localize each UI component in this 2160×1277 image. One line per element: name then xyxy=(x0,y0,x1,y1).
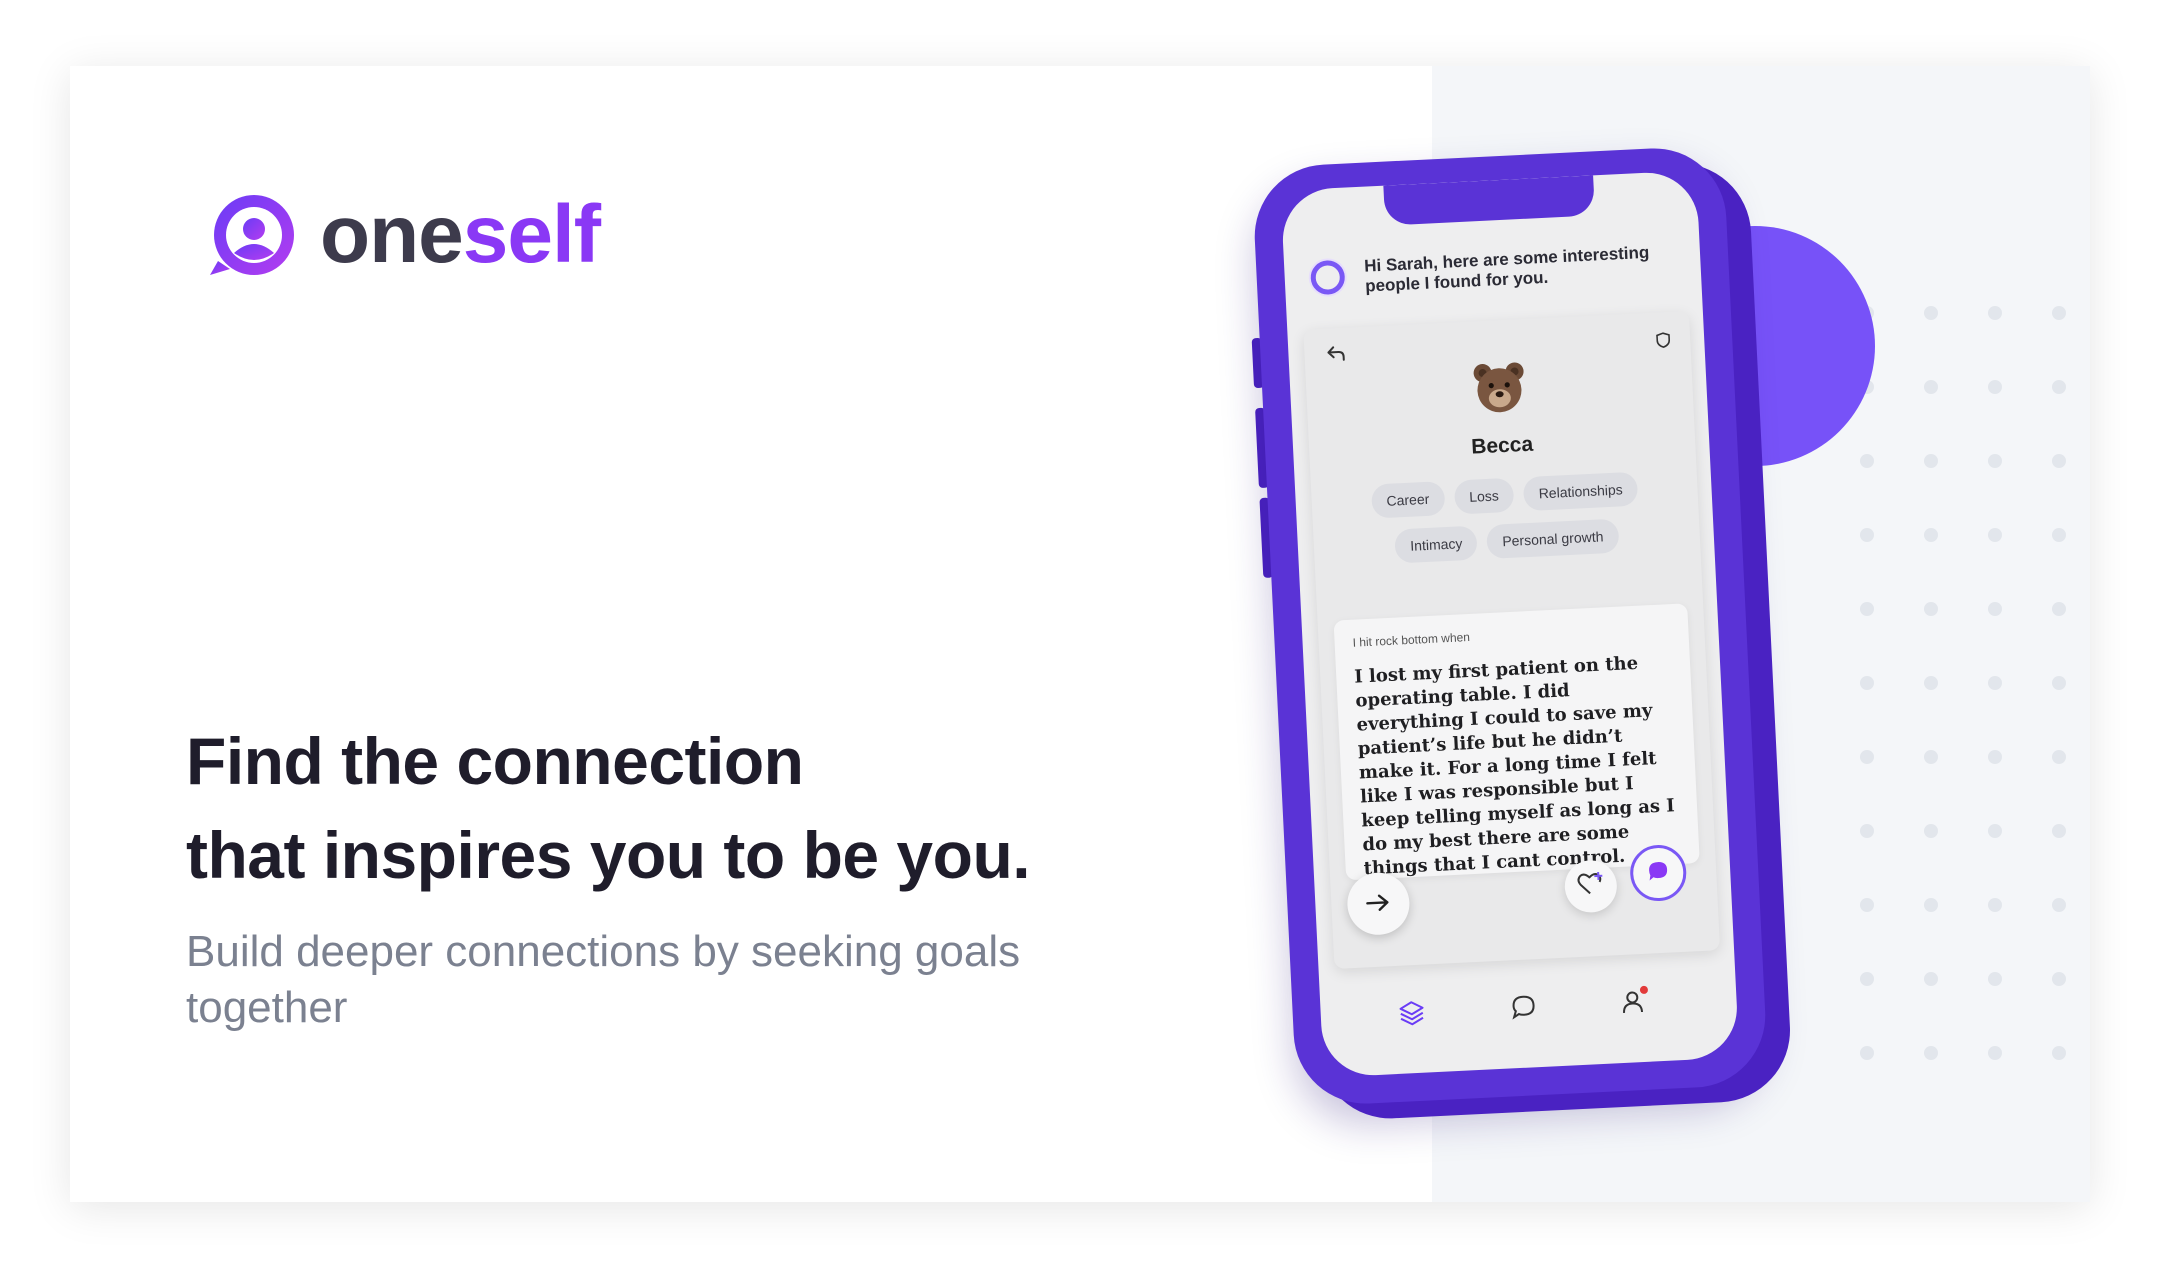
grid-dot xyxy=(2052,380,2066,394)
grid-dot xyxy=(1924,972,1938,986)
tab-messages[interactable] xyxy=(1506,991,1542,1027)
story-card: I hit rock bottom when I lost my first p… xyxy=(1333,603,1700,881)
phone-mockup: Hi Sarah, here are some interesting peop… xyxy=(1251,145,1769,1107)
tag-intimacy[interactable]: Intimacy xyxy=(1394,525,1479,564)
tag-personal-growth[interactable]: Personal growth xyxy=(1486,518,1620,559)
grid-dot xyxy=(1924,1046,1938,1060)
tab-profile[interactable] xyxy=(1616,985,1652,1022)
grid-dot xyxy=(1924,528,1938,542)
phone-screen: Hi Sarah, here are some interesting peop… xyxy=(1280,170,1740,1078)
tag-career[interactable]: Career xyxy=(1370,481,1446,519)
grid-dot xyxy=(2052,824,2066,838)
grid-dot xyxy=(1988,528,2002,542)
grid-dot xyxy=(2052,306,2066,320)
headline-line-2: that inspires you to be you. xyxy=(186,818,1031,892)
grid-dot xyxy=(1988,750,2002,764)
grid-dot xyxy=(2052,528,2066,542)
grid-dot xyxy=(2052,1046,2066,1060)
tag-relationships[interactable]: Relationships xyxy=(1522,471,1639,512)
grid-dot xyxy=(1860,898,1874,912)
headline: Find the connection that inspires you to… xyxy=(186,714,1031,902)
greeting-text: Hi Sarah, here are some interesting peop… xyxy=(1363,242,1650,296)
grid-dot xyxy=(1988,972,2002,986)
grid-dot xyxy=(1860,454,1874,468)
bear-avatar xyxy=(1470,359,1529,418)
assistant-greeting: Hi Sarah, here are some interesting peop… xyxy=(1309,241,1682,299)
hero-card: oneself Find the connection that inspire… xyxy=(70,66,2090,1202)
tag-loss[interactable]: Loss xyxy=(1453,477,1515,515)
profile-card[interactable]: Becca Career Loss Relationships Intimacy… xyxy=(1303,310,1721,969)
logo-wordmark: oneself xyxy=(320,189,601,280)
back-arrow-icon[interactable] xyxy=(1326,342,1347,369)
logo: oneself xyxy=(204,188,601,282)
grid-dot xyxy=(1924,750,1938,764)
grid-dot xyxy=(2052,972,2066,986)
chat-bubble-icon xyxy=(1646,858,1671,888)
grid-dot xyxy=(1988,306,2002,320)
grid-dot xyxy=(2052,898,2066,912)
subheadline: Build deeper connections by seeking goal… xyxy=(186,927,1021,1032)
headline-line-1: Find the connection xyxy=(186,724,804,798)
interest-tags: Career Loss Relationships Intimacy Perso… xyxy=(1341,470,1671,566)
shield-icon[interactable] xyxy=(1656,332,1671,349)
grid-dot xyxy=(1924,824,1938,838)
heart-plus-icon xyxy=(1576,870,1605,902)
story-prompt: I hit rock bottom when xyxy=(1352,629,1471,650)
grid-dot xyxy=(1924,454,1938,468)
next-profile-button[interactable] xyxy=(1345,871,1411,937)
profile-name: Becca xyxy=(1470,432,1534,459)
grid-dot xyxy=(1860,750,1874,764)
notification-dot xyxy=(1639,985,1649,995)
grid-dot xyxy=(1924,602,1938,616)
grid-dot xyxy=(1860,602,1874,616)
grid-dot xyxy=(1988,824,2002,838)
logo-icon xyxy=(204,191,298,279)
grid-dot xyxy=(1924,306,1938,320)
assistant-ring-icon xyxy=(1309,259,1346,296)
grid-dot xyxy=(1860,676,1874,690)
grid-dot xyxy=(1860,824,1874,838)
grid-dot xyxy=(1860,1046,1874,1060)
grid-dot xyxy=(1924,676,1938,690)
grid-dot xyxy=(1988,676,2002,690)
grid-dot xyxy=(1988,380,2002,394)
tab-discover[interactable] xyxy=(1394,996,1430,1032)
grid-dot xyxy=(2052,602,2066,616)
grid-dot xyxy=(1860,528,1874,542)
grid-dot xyxy=(1924,898,1938,912)
grid-dot xyxy=(1988,454,2002,468)
grid-dot xyxy=(1988,1046,2002,1060)
grid-dot xyxy=(2052,676,2066,690)
story-text: I lost my first patient on the operating… xyxy=(1353,652,1676,880)
grid-dot xyxy=(2052,750,2066,764)
grid-dot xyxy=(2052,454,2066,468)
grid-dot xyxy=(1860,972,1874,986)
grid-dot xyxy=(1924,380,1938,394)
message-icon xyxy=(1510,993,1537,1025)
grid-dot xyxy=(1988,602,2002,616)
grid-dot xyxy=(1988,898,2002,912)
layers-icon xyxy=(1397,997,1427,1031)
arrow-right-icon xyxy=(1365,887,1393,920)
bottom-tab-bar xyxy=(1320,981,1737,1041)
